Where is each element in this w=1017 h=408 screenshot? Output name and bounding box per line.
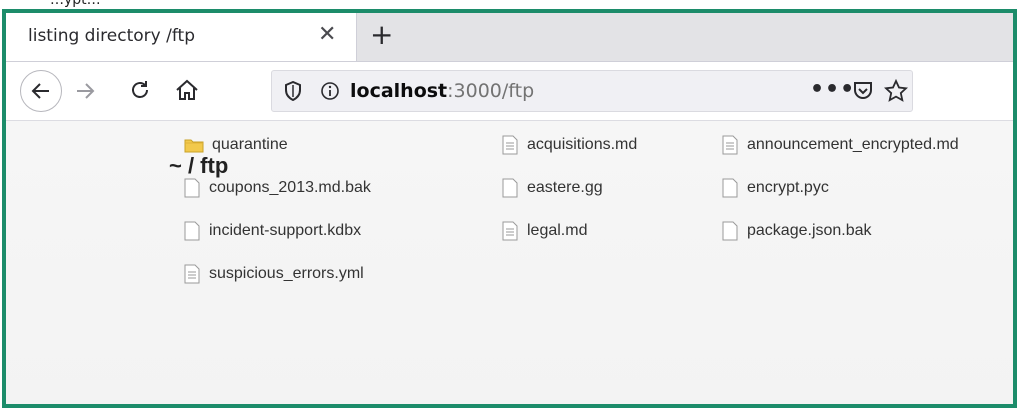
cropped-text: …ypt… (50, 0, 101, 8)
navigation-toolbar: localhost:3000/ftp ••• (6, 62, 1013, 121)
text-file-icon (502, 221, 518, 241)
file-icon (502, 178, 518, 198)
list-item[interactable]: coupons_2013.md.bak (184, 176, 371, 200)
page-actions-button[interactable]: ••• (810, 77, 855, 102)
info-icon[interactable] (320, 81, 340, 101)
entry-name[interactable]: announcement_encrypted.md (747, 136, 959, 154)
entry-name[interactable]: coupons_2013.md.bak (209, 179, 371, 197)
list-item[interactable]: suspicious_errors.yml (184, 262, 364, 286)
text-file-icon (722, 135, 738, 155)
pocket-icon[interactable] (852, 80, 874, 102)
list-item[interactable]: quarantine (184, 133, 288, 157)
file-icon (184, 178, 200, 198)
screenshot-frame: listing directory /ftp ✕ + localhost:300… (2, 9, 1017, 408)
forward-arrow-icon[interactable] (74, 80, 96, 102)
shield-icon[interactable] (284, 81, 302, 101)
url-text[interactable]: localhost:3000/ftp (350, 80, 534, 102)
list-item[interactable]: eastere.gg (502, 176, 603, 200)
back-button[interactable] (20, 70, 62, 112)
entry-name[interactable]: quarantine (212, 136, 288, 154)
text-file-icon (184, 264, 200, 284)
back-arrow-icon (31, 83, 49, 99)
entry-name[interactable]: suspicious_errors.yml (209, 265, 364, 283)
tab-strip: listing directory /ftp ✕ + (6, 13, 1013, 62)
file-icon (722, 178, 738, 198)
home-icon[interactable] (174, 77, 200, 103)
close-icon[interactable]: ✕ (318, 23, 336, 47)
folder-icon (184, 139, 204, 153)
file-icon (722, 221, 738, 241)
url-path: :3000/ftp (447, 80, 535, 102)
address-bar[interactable]: localhost:3000/ftp ••• (271, 70, 913, 112)
reload-icon[interactable] (128, 78, 152, 102)
plus-icon[interactable]: + (370, 19, 393, 51)
entry-name[interactable]: incident-support.kdbx (209, 222, 361, 240)
entry-name[interactable]: eastere.gg (527, 179, 603, 197)
text-file-icon (502, 135, 518, 155)
bookmark-star-icon[interactable] (884, 79, 908, 103)
file-icon (184, 221, 200, 241)
entry-name[interactable]: encrypt.pyc (747, 179, 829, 197)
list-item[interactable]: package.json.bak (722, 219, 872, 243)
list-item[interactable]: incident-support.kdbx (184, 219, 361, 243)
browser-tab[interactable]: listing directory /ftp ✕ (6, 13, 357, 61)
entry-name[interactable]: acquisitions.md (527, 136, 637, 154)
list-item[interactable]: encrypt.pyc (722, 176, 829, 200)
list-item[interactable]: acquisitions.md (502, 133, 637, 157)
url-host: localhost (350, 80, 448, 102)
tab-title: listing directory /ftp (28, 26, 195, 46)
entry-name[interactable]: package.json.bak (747, 222, 872, 240)
directory-listing-page: ~ / ftp (6, 121, 1013, 404)
entry-name[interactable]: legal.md (527, 222, 587, 240)
list-item[interactable]: announcement_encrypted.md (722, 133, 959, 157)
list-item[interactable]: legal.md (502, 219, 587, 243)
